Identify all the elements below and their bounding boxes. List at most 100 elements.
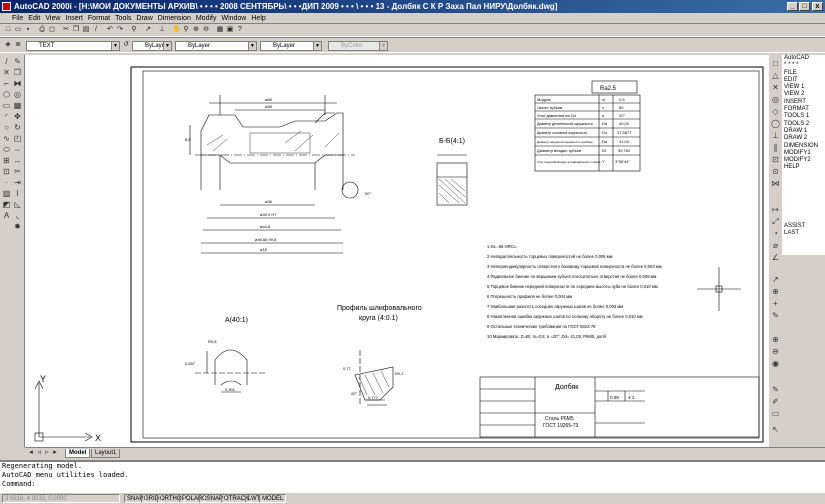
polyline-icon[interactable]: ⌐ [2,79,11,88]
tab-scroll-next-icon[interactable]: ▹ [43,449,51,457]
print-icon[interactable]: ⎙ [38,26,46,34]
menu-window[interactable]: Window [221,15,246,22]
lengthen-icon[interactable]: ↔ [13,156,22,165]
snap-parallel-icon[interactable]: ∥ [771,143,780,152]
screen-menu-item[interactable]: DIMENSION [782,143,825,150]
screen-menu-item[interactable]: DRAW 2 [782,135,825,142]
vertical-scrollbar[interactable] [812,255,825,447]
save-icon[interactable]: ▪ [24,26,32,34]
tab-scroll-last-icon[interactable]: ▸ [51,449,59,457]
line-icon[interactable]: / [2,57,11,66]
multiline-text-icon[interactable]: A [2,211,11,220]
scale-icon[interactable]: ◰ [13,134,22,143]
tab-model[interactable]: Model [65,449,91,458]
cut-icon[interactable]: ✂ [62,26,70,34]
screen-menu-item[interactable]: HELP [782,164,825,171]
trim-icon[interactable]: ✂ [13,167,22,176]
screen-menu-item[interactable]: EDIT [782,77,825,84]
pan-icon[interactable]: ✋ [172,26,181,34]
snap-quadrant-icon[interactable]: ◇ [771,107,780,116]
snap-endpoint-icon[interactable]: □ [771,59,780,68]
snap-nearest-icon[interactable]: ⋈ [771,179,780,188]
zoom-window-icon[interactable]: ⊕ [192,26,200,34]
preview-icon[interactable]: ◻ [48,26,56,34]
hyperlink-icon[interactable]: ⚲ [130,26,138,34]
zoom-in-icon[interactable]: ⊕ [771,335,780,344]
array-icon[interactable]: ▦ [13,101,22,110]
fillet-icon[interactable]: ◟ [13,211,22,220]
snap-insert-icon[interactable]: ⊡ [771,155,780,164]
snap-intersection-icon[interactable]: ✕ [771,83,780,92]
eraser-icon[interactable]: ▭ [771,409,780,418]
dim-radius-icon[interactable]: ◔ [771,229,780,238]
chamfer-icon[interactable]: ◺ [13,200,22,209]
layer-previous-icon[interactable]: ↺ [122,41,130,49]
help-icon[interactable]: ? [236,26,244,34]
close-button[interactable]: x [812,2,823,11]
tab-scroll-prev-icon[interactable]: ◃ [35,449,43,457]
menu-tools[interactable]: Tools [115,15,131,22]
copy-icon[interactable]: ❐ [72,26,80,34]
menu-view[interactable]: View [45,15,60,22]
rectangle-icon[interactable]: ▭ [2,101,11,110]
extend-icon[interactable]: ⇥ [13,178,22,187]
region-icon[interactable]: ◩ [2,200,11,209]
screen-menu-item[interactable]: TOOLS 1 [782,113,825,120]
redo-icon[interactable]: ↷ [116,26,124,34]
screen-menu-item[interactable]: TOOLS 2 [782,121,825,128]
screen-menu-item[interactable]: MODIFY1 [782,150,825,157]
minimize-button[interactable]: _ [787,2,798,11]
dim-center-mark-icon[interactable]: + [771,299,780,308]
mirror-icon[interactable]: ⧓ [13,79,22,88]
menu-dimension[interactable]: Dimension [158,15,191,22]
dim-leader-icon[interactable]: ↗ [771,275,780,284]
screen-menu-item[interactable]: * * * * [782,62,825,69]
make-layer-current-icon[interactable]: ◈ [4,41,12,49]
command-window[interactable]: Regenerating model. AutoCAD menu utiliti… [0,460,825,492]
autocad-app-icon[interactable] [2,2,11,11]
explode-icon[interactable]: ✸ [13,222,22,231]
tab-layout1[interactable]: Layout1 [91,449,121,458]
paintbrush-icon[interactable]: ✎ [771,385,780,394]
lineweight-dropdown[interactable]: ByLayer ▼ [260,41,322,51]
screen-menu-item[interactable]: ASSIST [782,223,825,230]
properties-icon[interactable]: ▦ [216,26,224,34]
layers-icon[interactable]: ≣ [14,41,22,49]
undo-icon[interactable]: ↶ [106,26,114,34]
menu-format[interactable]: Format [88,15,110,22]
screen-menu-item[interactable]: VIEW 2 [782,91,825,98]
erase-icon[interactable]: ✎ [13,57,22,66]
plotstyle-dropdown[interactable]: ByColor ▼ [328,41,388,51]
offset-icon[interactable]: ◎ [13,90,22,99]
menu-draw[interactable]: Draw [136,15,152,22]
dim-angular-icon[interactable]: ∠ [771,253,780,262]
arc-icon[interactable]: ◜ [2,112,11,121]
tab-scroll-first-icon[interactable]: ◂ [27,449,35,457]
point-icon[interactable]: · [2,178,11,187]
menu-file[interactable]: File [12,15,23,22]
match-properties-icon[interactable]: / [92,26,100,34]
menu-modify[interactable]: Modify [196,15,217,22]
copy-object-icon[interactable]: ❐ [13,68,22,77]
insert-block-icon[interactable]: ⊞ [2,156,11,165]
dim-aligned-icon[interactable]: ⤢ [771,217,780,226]
pointer-icon[interactable]: ↖ [771,425,780,434]
move-icon[interactable]: ✥ [13,112,22,121]
zoom-out-icon[interactable]: ⊖ [771,347,780,356]
new-file-icon[interactable]: □ [4,26,12,34]
make-block-icon[interactable]: ⊡ [2,167,11,176]
screen-menu-item[interactable]: AutoCAD [782,55,825,62]
snap-tangent-icon[interactable]: ◯ [771,119,780,128]
snap-center-icon[interactable]: ◎ [771,95,780,104]
zoom-all-icon[interactable]: ◉ [771,359,780,368]
snap-node-icon[interactable]: ⊙ [771,167,780,176]
zoom-realtime-icon[interactable]: ⚲ [182,26,190,34]
screen-menu-item[interactable]: INSERT [782,99,825,106]
color-dropdown[interactable]: ByLayer ▼ [132,41,172,51]
menu-help[interactable]: Help [251,15,265,22]
command-prompt[interactable]: Command: [2,480,825,489]
design-center-icon[interactable]: ▣ [226,26,234,34]
screen-menu-item[interactable]: FILE [782,70,825,77]
dim-linear-icon[interactable]: ↦ [771,205,780,214]
pencil-icon[interactable]: ✐ [771,397,780,406]
